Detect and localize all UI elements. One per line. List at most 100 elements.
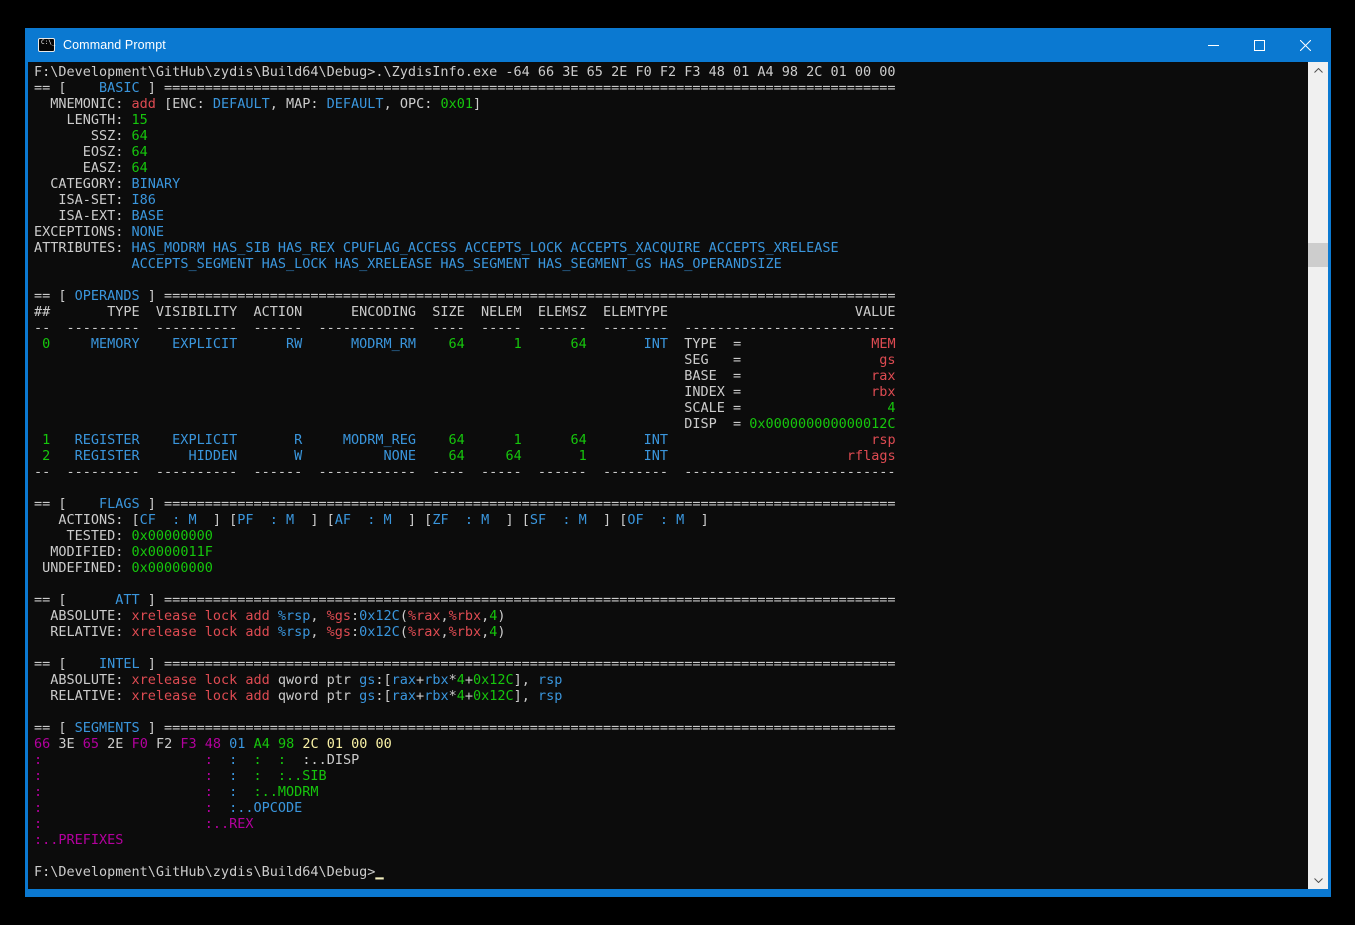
text-segment: == [: [34, 80, 75, 96]
text-segment: (: [400, 624, 408, 640]
text-segment: [42, 816, 205, 832]
text-segment: LENGTH:: [34, 112, 132, 128]
terminal-line: MNEMONIC: add [ENC: DEFAULT, MAP: DEFAUL…: [34, 96, 1308, 112]
maximize-button[interactable]: [1236, 28, 1282, 62]
text-segment: ] ======================================…: [140, 80, 896, 96]
text-segment: 64: [132, 144, 148, 160]
close-button[interactable]: [1282, 28, 1328, 62]
window-title: Command Prompt: [63, 38, 166, 52]
text-segment: FLAGS: [75, 496, 140, 512]
terminal-line: ABSOLUTE: xrelease lock add %rsp, %gs:0x…: [34, 608, 1308, 624]
text-segment: 0x12C: [473, 688, 514, 704]
terminal-line: BASE = rax: [34, 368, 1308, 384]
text-segment: 64: [522, 432, 587, 448]
text-segment: EOSZ:: [34, 144, 132, 160]
terminal-line: SEG = gs: [34, 352, 1308, 368]
terminal-line: : : :..OPCODE: [34, 800, 1308, 816]
text-segment: == [: [34, 592, 75, 608]
text-segment: [668, 432, 684, 448]
terminal-line: -- --------- ---------- ------ ---------…: [34, 320, 1308, 336]
text-segment: DEFAULT: [327, 96, 384, 112]
text-segment: BASE: [132, 208, 165, 224]
text-segment: %rsp: [278, 624, 311, 640]
text-segment: [213, 784, 229, 800]
text-segment: qword ptr: [270, 688, 359, 704]
terminal-line: [34, 480, 1308, 496]
text-segment: EXPLICIT: [140, 432, 238, 448]
terminal-line: UNDEFINED: 0x00000000: [34, 560, 1308, 576]
text-segment: 1: [465, 336, 522, 352]
terminal-line: : : : :..MODRM: [34, 784, 1308, 800]
terminal-line: == [ ATT ] =============================…: [34, 592, 1308, 608]
text-segment: 4: [741, 400, 895, 416]
terminal-line: :..PREFIXES: [34, 832, 1308, 848]
text-segment: EASZ:: [34, 160, 132, 176]
terminal-line: ACTIONS: [CF : M ] [PF : M ] [AF : M ] […: [34, 512, 1308, 528]
window-controls: [1190, 28, 1328, 62]
text-segment: +: [465, 688, 473, 704]
titlebar[interactable]: C:\_ Command Prompt: [28, 28, 1328, 62]
text-segment: ACCEPTS_SEGMENT HAS_LOCK HAS_XRELEASE HA…: [132, 256, 782, 272]
text-segment: ## TYPE VISIBILITY ACTION ENCODING SIZE …: [34, 304, 896, 320]
terminal-line: DISP = 0x000000000000012C: [34, 416, 1308, 432]
text-segment: rbx: [741, 384, 895, 400]
text-segment: [197, 736, 205, 752]
text-segment: MODRM_REG: [302, 432, 416, 448]
text-segment: PF : M: [237, 512, 310, 528]
text-segment: :: [351, 624, 359, 640]
text-segment: DISP =: [34, 416, 741, 432]
console-area: F:\Development\GitHub\zydis\Build64\Debu…: [28, 62, 1328, 889]
text-segment: [668, 448, 684, 464]
text-segment: 64: [132, 128, 148, 144]
text-segment: [42, 752, 205, 768]
text-segment: rax: [392, 688, 416, 704]
text-segment: :: [205, 784, 213, 800]
vertical-scrollbar[interactable]: [1308, 62, 1328, 889]
text-segment: :..REX: [205, 816, 254, 832]
terminal-line: 66 3E 65 2E F0 F2 F3 48 01 A4 98 2C 01 0…: [34, 736, 1308, 752]
scroll-up-button[interactable]: [1308, 62, 1328, 79]
text-segment: , MAP:: [270, 96, 327, 112]
text-segment: :: [205, 768, 213, 784]
chevron-down-icon: [1314, 878, 1323, 883]
minimize-button[interactable]: [1190, 28, 1236, 62]
text-segment: [237, 784, 253, 800]
text-segment: [42, 800, 205, 816]
text-segment: :: [34, 768, 42, 784]
text-segment: :: [34, 784, 42, 800]
text-segment: 64: [522, 336, 587, 352]
terminal-line: [34, 704, 1308, 720]
text-segment: 65: [83, 736, 99, 752]
text-segment: W: [237, 448, 302, 464]
text-segment: MEM: [741, 336, 895, 352]
text-segment: ,: [440, 624, 448, 640]
scroll-down-button[interactable]: [1308, 872, 1328, 889]
text-segment: BASE =: [34, 368, 741, 384]
text-segment: rbx: [424, 672, 448, 688]
text-segment: HIDDEN: [140, 448, 238, 464]
terminal-line: : : : : : :..DISP: [34, 752, 1308, 768]
text-segment: *: [449, 688, 457, 704]
terminal-line: : : : : :..SIB: [34, 768, 1308, 784]
text-segment: :[: [375, 672, 391, 688]
text-segment: ABSOLUTE:: [34, 608, 132, 624]
text-segment: [262, 768, 278, 784]
text-segment: 4: [457, 672, 465, 688]
scrollbar-thumb[interactable]: [1308, 243, 1328, 267]
text-segment: xrelease lock add: [132, 672, 270, 688]
text-segment: == [: [34, 496, 75, 512]
text-segment: ABSOLUTE:: [34, 672, 132, 688]
terminal-line: [34, 272, 1308, 288]
text-segment: [237, 768, 253, 784]
text-segment: ],: [514, 688, 538, 704]
text-segment: ] [: [603, 512, 627, 528]
text-segment: 0x01: [440, 96, 473, 112]
terminal-output[interactable]: F:\Development\GitHub\zydis\Build64\Debu…: [28, 62, 1308, 889]
text-segment: 64: [132, 160, 148, 176]
terminal-line: LENGTH: 15: [34, 112, 1308, 128]
terminal-line: == [ OPERANDS ] ========================…: [34, 288, 1308, 304]
text-segment: +: [416, 672, 424, 688]
text-segment: -- --------- ---------- ------ ---------…: [34, 464, 896, 480]
terminal-line: EASZ: 64: [34, 160, 1308, 176]
text-segment: 01: [229, 736, 245, 752]
